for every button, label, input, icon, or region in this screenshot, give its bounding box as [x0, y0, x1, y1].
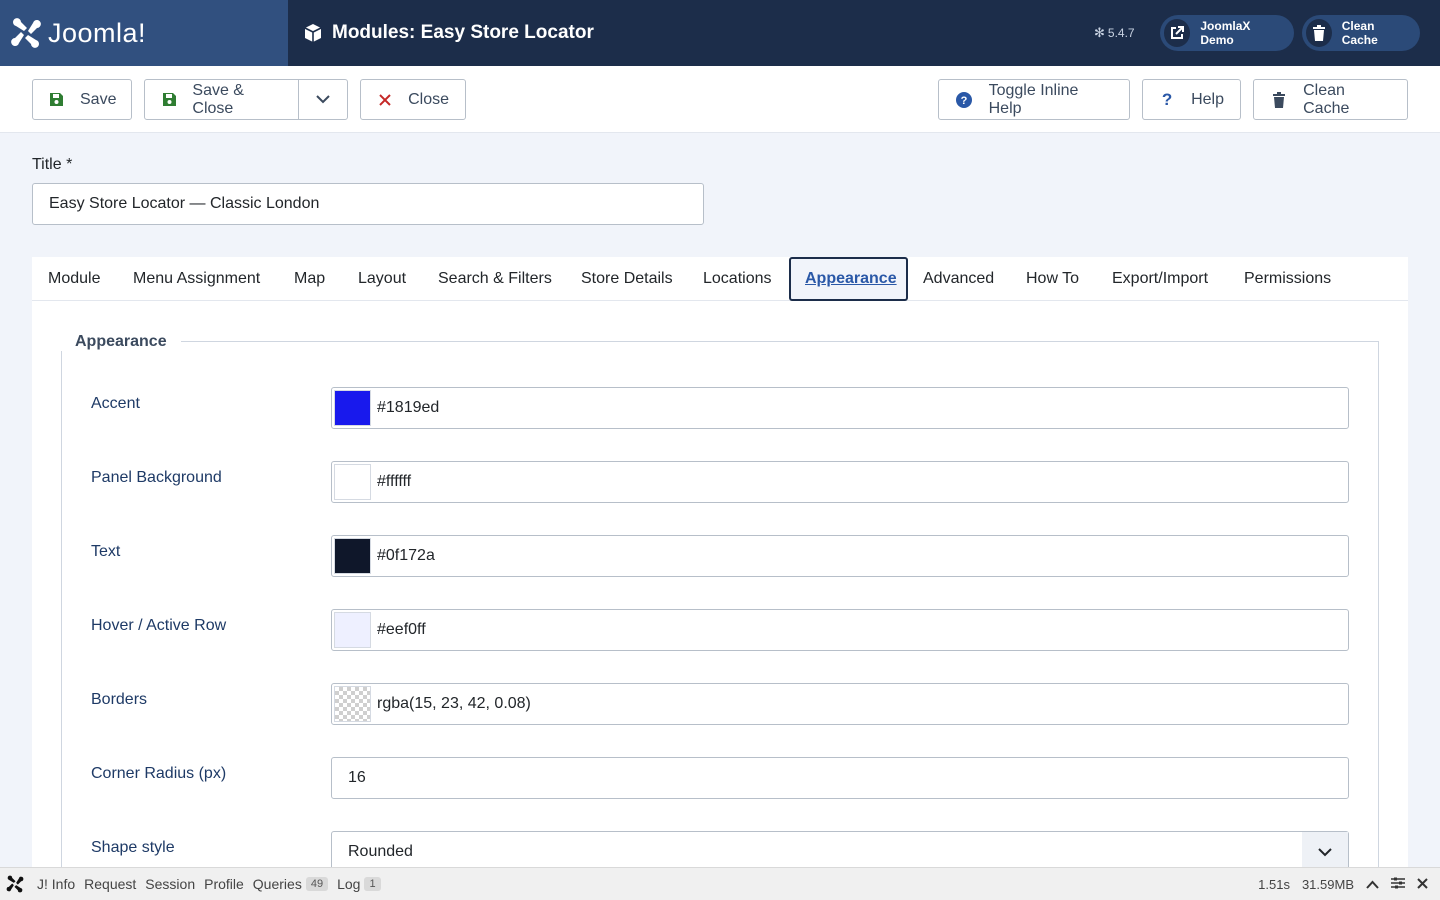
shape-style-label: Shape style [91, 839, 175, 856]
tab-advanced[interactable]: Advanced [923, 257, 994, 301]
header-clean-cache-label: Clean Cache [1341, 19, 1378, 47]
accent-value: #1819ed [377, 399, 440, 416]
save-close-group: Save & Close [144, 79, 348, 120]
debug-tab-info[interactable]: J! Info [37, 876, 75, 892]
hover-row-color-field[interactable]: #eef0ff [331, 609, 1349, 651]
borders-label: Borders [91, 691, 148, 708]
debug-tab-queries[interactable]: Queries 49 [252, 876, 329, 892]
toggle-inline-help-label: Toggle Inline Help [988, 81, 1079, 117]
brand-logo[interactable]: Joomla! [0, 0, 288, 66]
page-title: Modules: Easy Store Locator [304, 0, 594, 66]
settings-sliders-icon[interactable] [1391, 877, 1405, 892]
tab-layout[interactable]: Layout [358, 257, 406, 301]
borders-color-field[interactable]: rgba(15, 23, 42, 0.08) [331, 683, 1349, 725]
queries-label: Queries [252, 876, 302, 892]
save-button[interactable]: Save [32, 79, 132, 120]
fieldset-legend: Appearance [61, 333, 181, 351]
panel-background-value: #ffffff [377, 473, 412, 490]
close-label: Close [408, 90, 449, 108]
borders-value: rgba(15, 23, 42, 0.08) [377, 695, 531, 712]
question-circle-icon: ? [955, 91, 973, 108]
trash-icon [1270, 91, 1287, 108]
tab-locations[interactable]: Locations [703, 257, 772, 301]
shape-style-value: Rounded [348, 843, 413, 860]
joomla-version: ✻ 5.4.7 [1094, 25, 1135, 41]
header-clean-cache-button[interactable]: Clean Cache [1302, 15, 1420, 51]
log-count-badge: 1 [364, 877, 381, 891]
joomla-logo-icon [11, 18, 41, 48]
save-close-button[interactable]: Save & Close [145, 80, 299, 119]
svg-text:?: ? [960, 95, 967, 107]
save-close-label: Save & Close [192, 81, 244, 117]
text-color-label: Text [91, 543, 121, 560]
save-options-dropdown[interactable] [299, 80, 347, 119]
brand-name: Joomla! [48, 17, 147, 48]
debug-tab-profile[interactable]: Profile [204, 876, 244, 892]
debug-stats: 1.51s 31.59MB [1258, 868, 1440, 900]
hover-row-label: Hover / Active Row [91, 617, 227, 634]
help-label: Help [1191, 90, 1224, 108]
floppy-disk-icon [49, 92, 64, 107]
view-site-button[interactable]: JoomlaX Demo [1160, 15, 1294, 51]
panel-background-color-field[interactable]: #ffffff [331, 461, 1349, 503]
clean-cache-button[interactable]: Clean Cache [1253, 79, 1408, 120]
tab-search-filters[interactable]: Search & Filters [438, 257, 552, 301]
trash-icon [1306, 19, 1332, 47]
tab-how-to[interactable]: How To [1026, 257, 1079, 301]
tab-appearance[interactable]: Appearance [789, 257, 908, 301]
chevron-down-icon [316, 95, 330, 104]
text-color-value: #0f172a [377, 547, 435, 564]
accent-color-field[interactable]: #1819ed [331, 387, 1349, 429]
chevron-up-icon[interactable] [1366, 877, 1379, 892]
tab-map[interactable]: Map [294, 257, 325, 301]
view-site-label: JoomlaX Demo [1200, 19, 1251, 47]
toolbar: Save Save & Close Close ? Toggle Inline … [0, 66, 1440, 133]
text-color-field[interactable]: #0f172a [331, 535, 1349, 577]
title-label: Title * [32, 156, 73, 173]
corner-radius-value: 16 [348, 769, 366, 786]
memory-usage: 31.59MB [1301, 877, 1354, 892]
tab-list: Module Menu Assignment Map Layout Search… [32, 257, 1408, 301]
close-button[interactable]: Close [360, 79, 466, 120]
admin-header: Joomla! Modules: Easy Store Locator ✻ 5.… [0, 0, 1440, 66]
tab-permissions[interactable]: Permissions [1244, 257, 1331, 301]
debug-tab-session[interactable]: Session [145, 876, 195, 892]
debug-bar: J! Info Request Session Profile Queries … [0, 867, 1440, 900]
tab-module[interactable]: Module [48, 257, 100, 301]
panel-background-swatch[interactable] [334, 464, 371, 500]
accent-swatch[interactable] [334, 390, 371, 426]
save-label: Save [80, 90, 117, 108]
page-title-text: Modules: Easy Store Locator [332, 22, 594, 43]
text-color-swatch[interactable] [334, 538, 371, 574]
corner-radius-label: Corner Radius (px) [91, 765, 227, 782]
toggle-inline-help-button[interactable]: ? Toggle Inline Help [938, 79, 1130, 120]
queries-count-badge: 49 [305, 877, 329, 891]
accent-label: Accent [91, 395, 140, 412]
question-icon: ? [1161, 89, 1173, 109]
debug-tab-log[interactable]: Log 1 [337, 876, 381, 892]
hover-row-value: #eef0ff [377, 621, 426, 638]
help-button[interactable]: ? Help [1142, 79, 1241, 120]
debug-tab-request[interactable]: Request [84, 876, 136, 892]
corner-radius-input[interactable]: 16 [331, 757, 1349, 799]
close-icon[interactable] [1417, 877, 1428, 892]
tab-menu-assignment[interactable]: Menu Assignment [133, 257, 260, 301]
tab-store-details[interactable]: Store Details [581, 257, 673, 301]
joomla-small-icon: ✻ [1094, 25, 1105, 40]
chevron-down-icon [1302, 832, 1348, 872]
hover-row-swatch[interactable] [334, 612, 371, 648]
panel-background-label: Panel Background [91, 469, 222, 486]
tab-export-import[interactable]: Export/Import [1112, 257, 1208, 301]
version-text: 5.4.7 [1107, 26, 1135, 40]
cube-icon [304, 24, 322, 42]
clean-cache-label: Clean Cache [1303, 81, 1350, 117]
borders-swatch[interactable] [334, 686, 371, 722]
external-link-icon [1164, 19, 1191, 47]
log-label: Log [337, 876, 361, 892]
close-icon [377, 93, 392, 106]
joomla-debug-icon[interactable] [6, 875, 24, 893]
title-input[interactable]: Easy Store Locator — Classic London [32, 183, 704, 225]
floppy-disk-icon [161, 92, 178, 107]
request-time: 1.51s [1258, 877, 1290, 892]
